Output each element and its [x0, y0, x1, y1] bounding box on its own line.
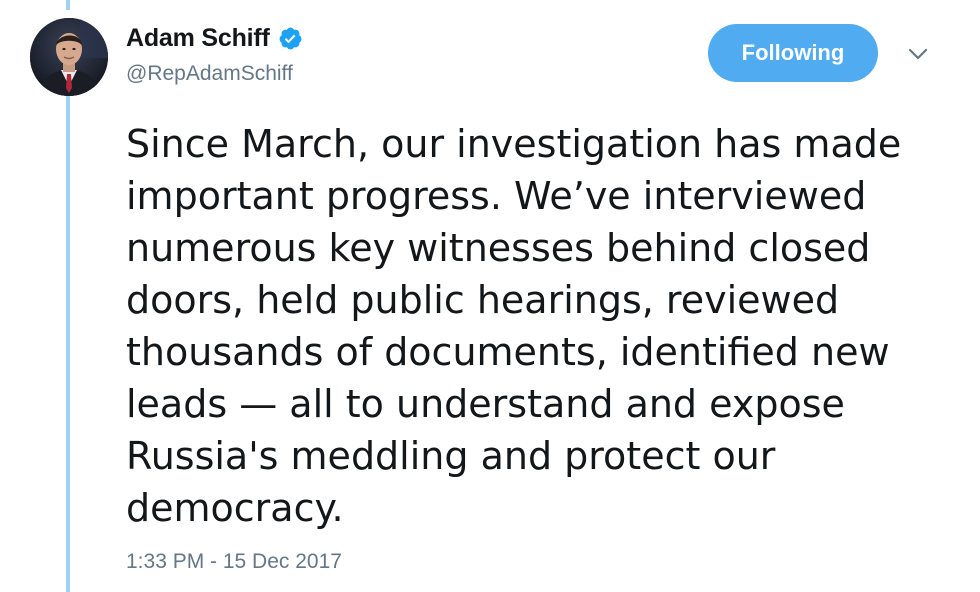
author-handle[interactable]: @RepAdamSchiff [126, 62, 293, 86]
tweet-timestamp[interactable]: 1:33 PM - 15 Dec 2017 [126, 550, 342, 574]
author-name-row[interactable]: Adam Schiff [126, 24, 303, 53]
tweet-text-line: important progress. We’ve interviewed [126, 174, 867, 218]
avatar[interactable] [30, 18, 108, 96]
thread-connector-top [66, 0, 70, 10]
tweet-text: Since March, our investigation has made … [126, 118, 946, 534]
tweet-text-line: doors, held public hearings, reviewed [126, 278, 840, 322]
tweet-text-line: thousands of documents, identified new [126, 330, 890, 374]
tweet-text-line: Since March, our investigation has made [126, 122, 902, 166]
following-button[interactable]: Following [708, 24, 878, 82]
tweet-text-line: leads — all to understand and expose [126, 382, 845, 426]
tweet-text-line: democracy. [126, 486, 344, 530]
verified-badge-icon [279, 27, 302, 50]
tweet-text-line: numerous key witnesses behind closed [126, 226, 871, 270]
avatar-photo [30, 18, 108, 96]
thread-connector-line [66, 96, 70, 592]
tweet-text-line: Russia's meddling and protect our [126, 434, 776, 478]
author-display-name[interactable]: Adam Schiff [126, 24, 270, 53]
chevron-down-icon[interactable] [906, 42, 930, 66]
